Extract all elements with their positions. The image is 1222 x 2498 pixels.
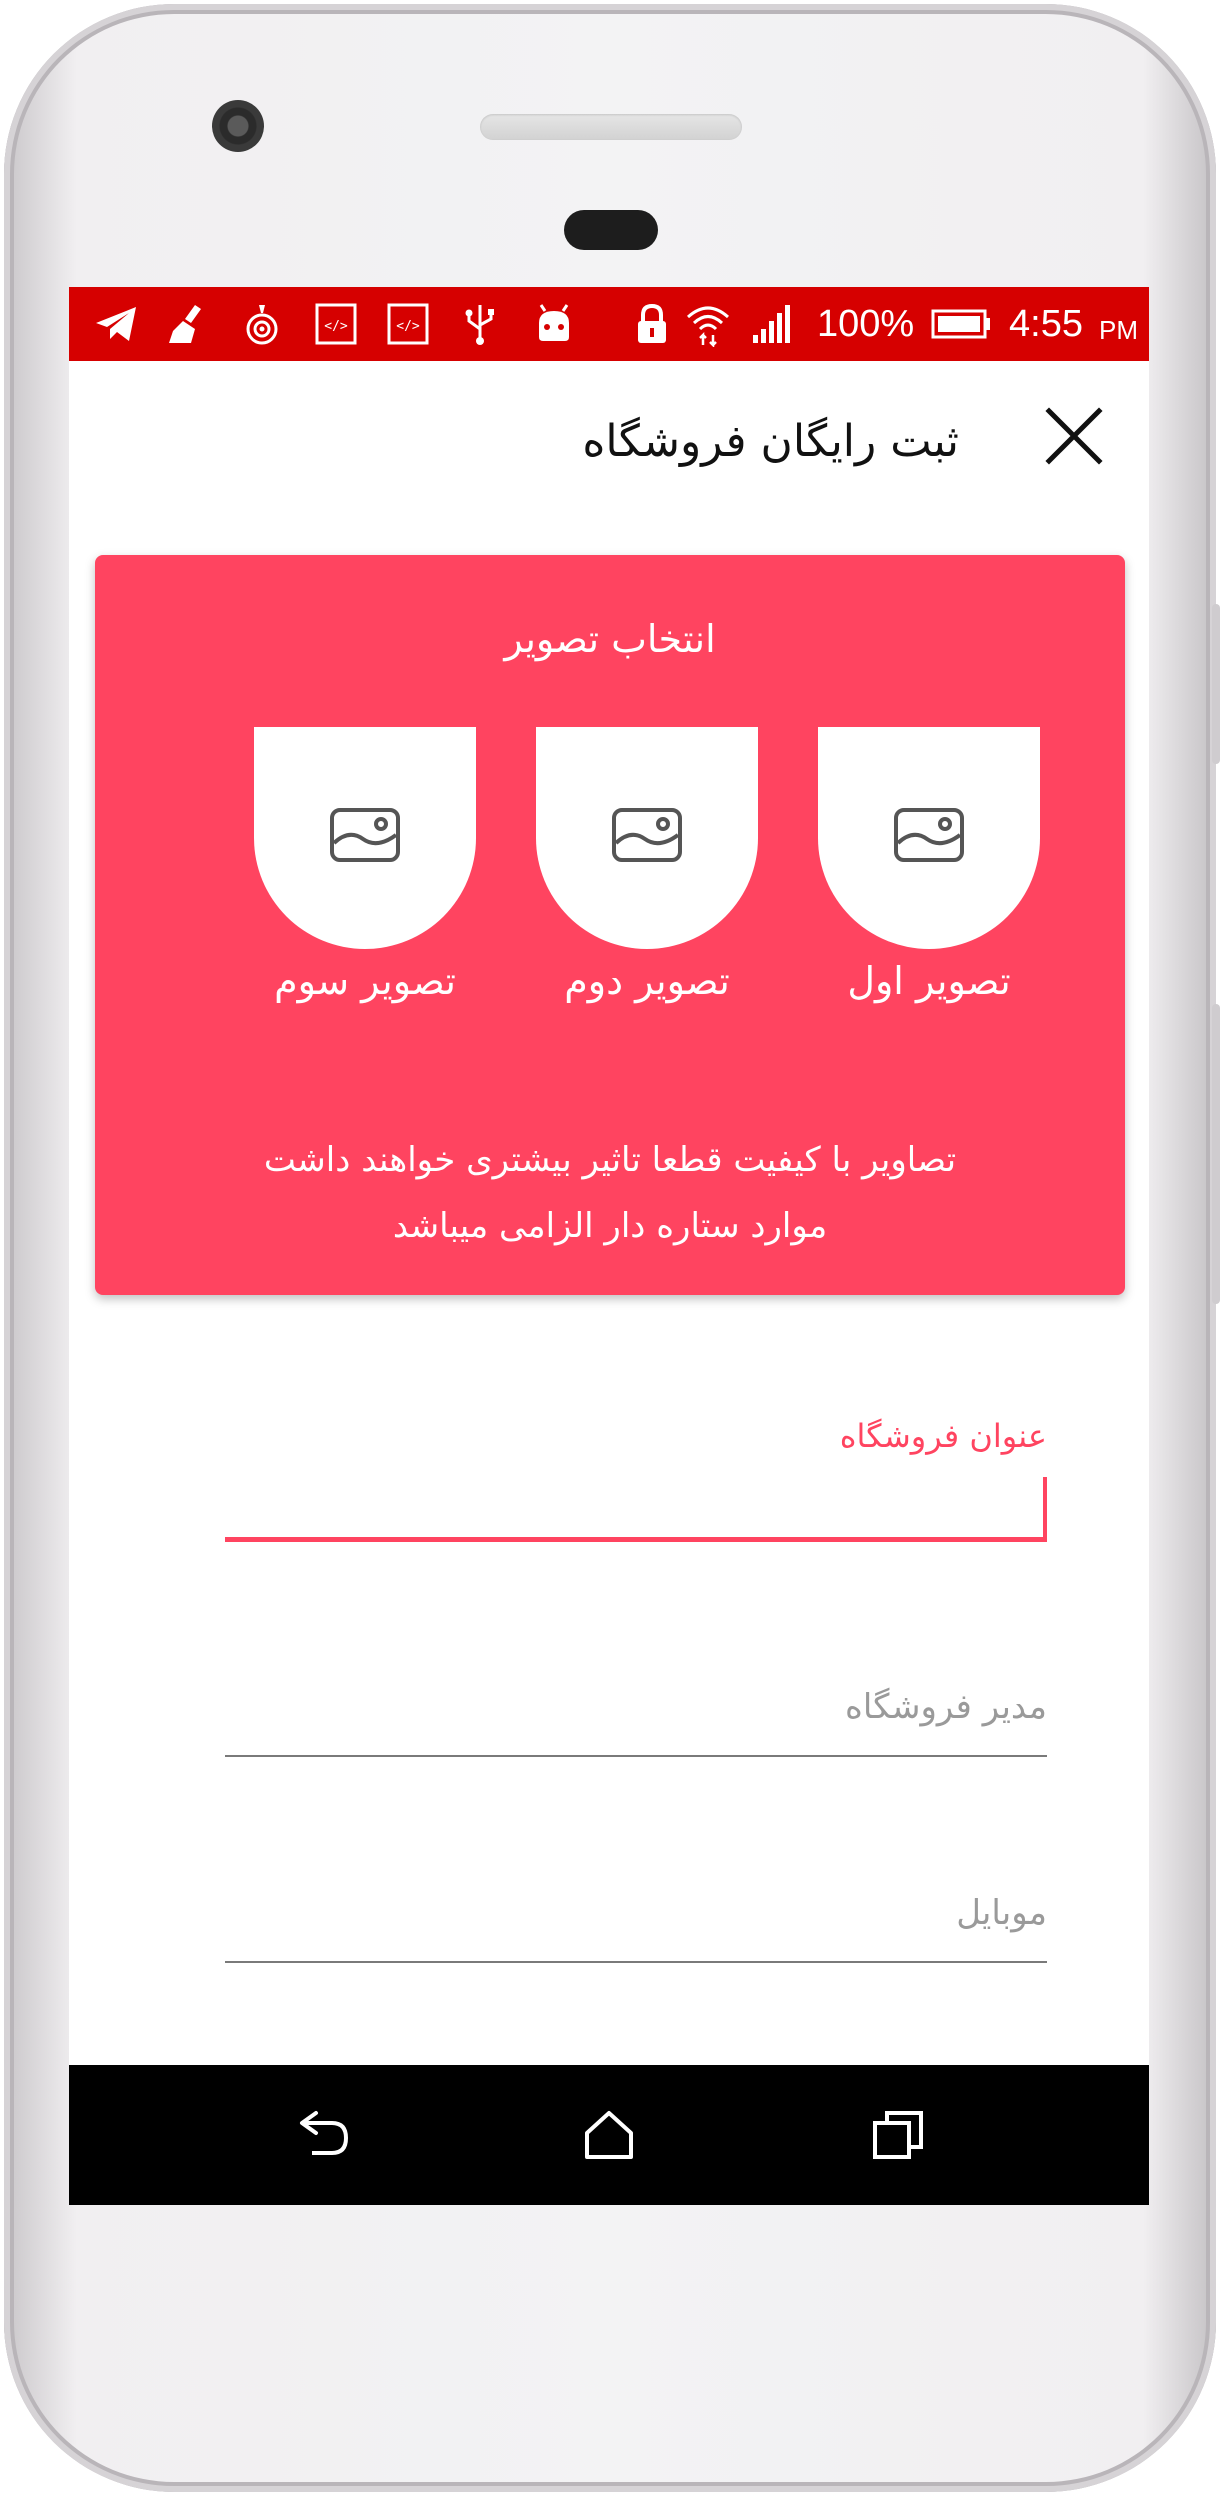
image-icon	[894, 808, 964, 862]
page-title: ثبت رایگان فروشگاه	[582, 416, 959, 467]
image-picker-card: انتخاب تصویر تصویر اول تصویر دوم تصویر س…	[95, 555, 1125, 1295]
android-icon	[539, 304, 569, 341]
wifi-icon	[686, 306, 730, 347]
battery-icon	[931, 309, 990, 339]
image-slot-label: تصویر سوم	[274, 959, 456, 1003]
lock-icon	[638, 303, 666, 343]
proximity-sensor	[564, 210, 658, 250]
image-picker-note: تصاویر با کیفیت قطعا تاثیر بیشتری خواهند…	[95, 1127, 1125, 1259]
image-slot-second[interactable]: تصویر دوم	[536, 727, 758, 1003]
code-icon: </>	[315, 303, 357, 345]
image-slot-third[interactable]: تصویر سوم	[254, 727, 476, 1003]
store-manager-underline	[225, 1755, 1047, 1757]
phone-frame: </> </> 100% 4:55 PM ثبت رایگان فروشگاه …	[4, 4, 1220, 2492]
recents-icon[interactable]	[869, 2105, 929, 2165]
app-bar: ثبت رایگان فروشگاه	[69, 361, 1149, 531]
clock-ampm: PM	[1099, 315, 1138, 345]
image-slot-shape	[536, 727, 758, 949]
back-icon[interactable]	[294, 2105, 354, 2165]
clock: 4:55	[1009, 303, 1083, 345]
image-slot-shape	[818, 727, 1040, 949]
store-title-underline	[225, 1537, 1047, 1542]
text-cursor	[1043, 1477, 1047, 1539]
mobile-placeholder: موبایل	[956, 1893, 1047, 1933]
image-picker-title: انتخاب تصویر	[504, 617, 716, 661]
note-line: تصاویر با کیفیت قطعا تاثیر بیشتری خواهند…	[263, 1140, 957, 1180]
close-icon[interactable]	[1039, 401, 1109, 471]
code-icon: </>	[387, 303, 429, 345]
store-manager-placeholder: مدیر فروشگاه	[845, 1687, 1047, 1727]
svg-text:</>: </>	[396, 319, 420, 334]
battery-percent: 100%	[817, 303, 915, 345]
volume-button	[1212, 1004, 1220, 1304]
cleaner-icon	[169, 305, 201, 343]
mobile-underline	[225, 1961, 1047, 1963]
image-icon	[612, 808, 682, 862]
telegram-icon	[96, 307, 136, 341]
store-title-input[interactable]	[225, 1455, 1047, 1505]
image-icon	[330, 808, 400, 862]
store-title-field[interactable]: عنوان فروشگاه	[225, 1417, 1047, 1547]
status-bar: </> </> 100% 4:55 PM	[69, 287, 1149, 361]
usb-icon	[465, 305, 494, 345]
navigation-bar	[69, 2065, 1149, 2205]
image-slot-label: تصویر اول	[847, 959, 1011, 1003]
signal-icon	[753, 305, 790, 343]
hotspot-icon	[246, 305, 278, 345]
power-button	[1212, 604, 1220, 764]
store-title-label: عنوان فروشگاه	[839, 1417, 1047, 1455]
store-manager-field[interactable]: مدیر فروشگاه	[225, 1687, 1047, 1767]
image-slot-shape	[254, 727, 476, 949]
image-slot-label: تصویر دوم	[564, 959, 730, 1003]
mobile-field[interactable]: موبایل	[225, 1893, 1047, 1973]
note-line: موارد ستاره دار الزامی میباشد	[392, 1206, 828, 1246]
front-camera	[212, 100, 264, 152]
earpiece-speaker	[480, 114, 742, 140]
screen: </> </> 100% 4:55 PM ثبت رایگان فروشگاه …	[69, 287, 1149, 2205]
home-icon[interactable]	[579, 2105, 639, 2165]
image-slot-first[interactable]: تصویر اول	[818, 727, 1040, 1003]
svg-text:</>: </>	[324, 319, 348, 334]
